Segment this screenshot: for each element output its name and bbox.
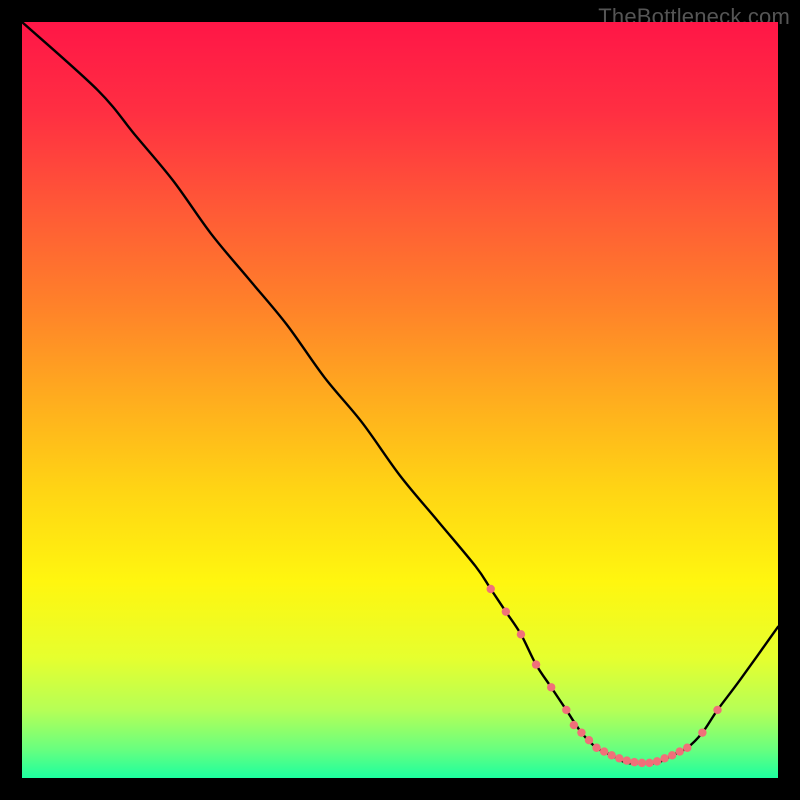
marker-point xyxy=(630,758,638,766)
marker-point xyxy=(517,630,525,638)
marker-point xyxy=(713,706,721,714)
marker-point xyxy=(585,736,593,744)
marker-point xyxy=(487,585,495,593)
chart-svg xyxy=(22,22,778,778)
marker-point xyxy=(660,754,668,762)
marker-point xyxy=(562,706,570,714)
marker-point xyxy=(623,756,631,764)
marker-point xyxy=(638,759,646,767)
marker-point xyxy=(668,751,676,759)
marker-point xyxy=(698,728,706,736)
marker-point xyxy=(653,757,661,765)
marker-point xyxy=(615,754,623,762)
plot-area xyxy=(22,22,778,778)
marker-point xyxy=(570,721,578,729)
marker-point xyxy=(645,759,653,767)
marker-point xyxy=(607,751,615,759)
marker-point xyxy=(502,607,510,615)
marker-point xyxy=(532,660,540,668)
marker-point xyxy=(577,728,585,736)
chart-container: TheBottleneck.com xyxy=(0,0,800,800)
marker-point xyxy=(683,744,691,752)
marker-point xyxy=(600,747,608,755)
marker-point xyxy=(547,683,555,691)
marker-point xyxy=(592,744,600,752)
marker-point xyxy=(676,747,684,755)
